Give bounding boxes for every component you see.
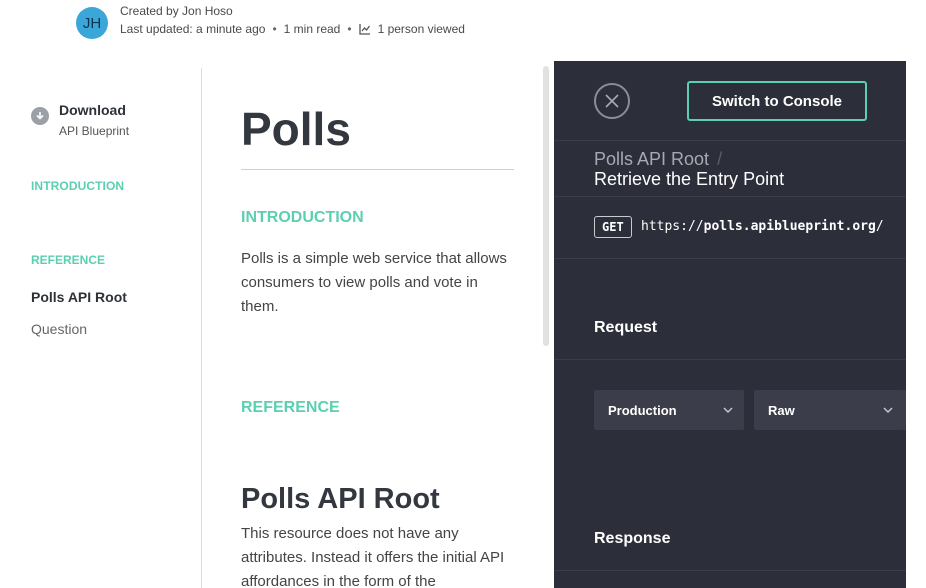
introduction-heading: INTRODUCTION: [241, 209, 364, 226]
panel-divider: [554, 359, 906, 360]
resource-title: Polls API Root: [241, 483, 440, 515]
endpoint-url: https://polls.apiblueprint.org/: [641, 219, 884, 234]
reference-heading: REFERENCE: [241, 399, 340, 416]
download-subtitle: API Blueprint: [59, 124, 130, 138]
panel-divider: [554, 570, 906, 571]
introduction-text: Polls is a simple web service that allow…: [241, 250, 507, 315]
download-link[interactable]: Download: [59, 102, 126, 118]
format-select-value: Raw: [768, 402, 795, 418]
sidebar-item-introduction[interactable]: INTRODUCTION: [31, 179, 124, 193]
chevron-down-icon: [723, 407, 733, 413]
close-panel-button[interactable]: [594, 83, 630, 119]
url-path: /: [875, 219, 884, 234]
sidebar-item-polls-api-root[interactable]: Polls API Root: [31, 289, 127, 305]
environment-select-value: Production: [608, 402, 677, 418]
read-time-text: 1 min read: [283, 22, 341, 36]
panel-divider: [554, 140, 906, 141]
breadcrumb: Polls API Root /: [594, 149, 730, 170]
panel-divider: [554, 196, 906, 197]
avatar[interactable]: JH: [76, 7, 108, 39]
breadcrumb-parent[interactable]: Polls API Root: [594, 149, 709, 169]
extra-select-edge[interactable]: [904, 390, 906, 430]
panel-divider: [554, 258, 906, 259]
environment-select[interactable]: Production: [594, 390, 744, 430]
meta-info: Last updated: a minute ago • 1 min read …: [120, 22, 465, 36]
sidebar-divider: [201, 68, 202, 588]
views-text: 1 person viewed: [377, 22, 465, 36]
page-title: Polls: [241, 103, 351, 155]
resource-description: This resource does not have any attribut…: [241, 525, 505, 588]
created-by-text: Created by Jon Hoso: [120, 4, 233, 18]
meta-separator: •: [347, 22, 352, 36]
url-scheme: https://: [641, 219, 704, 234]
request-heading: Request: [594, 319, 658, 336]
breadcrumb-current: Retrieve the Entry Point: [594, 169, 785, 189]
close-icon: [605, 94, 619, 108]
title-divider: [241, 169, 514, 170]
last-updated-text: Last updated: a minute ago: [120, 22, 266, 36]
trending-chart-icon: [358, 24, 370, 35]
http-method-badge: GET: [594, 216, 632, 238]
response-heading: Response: [594, 530, 671, 547]
content-scrollbar[interactable]: [543, 66, 549, 346]
download-icon[interactable]: [31, 107, 49, 125]
format-select[interactable]: Raw: [754, 390, 904, 430]
url-host: polls.apiblueprint.org: [703, 219, 876, 234]
console-panel: Switch to Console Polls API Root / Retrie…: [554, 61, 906, 588]
breadcrumb-separator: /: [717, 149, 723, 169]
sidebar-item-question[interactable]: Question: [31, 321, 87, 337]
chevron-down-icon: [883, 407, 893, 413]
sidebar-item-reference[interactable]: REFERENCE: [31, 253, 105, 267]
meta-separator: •: [272, 22, 277, 36]
switch-to-console-button[interactable]: Switch to Console: [687, 81, 867, 121]
